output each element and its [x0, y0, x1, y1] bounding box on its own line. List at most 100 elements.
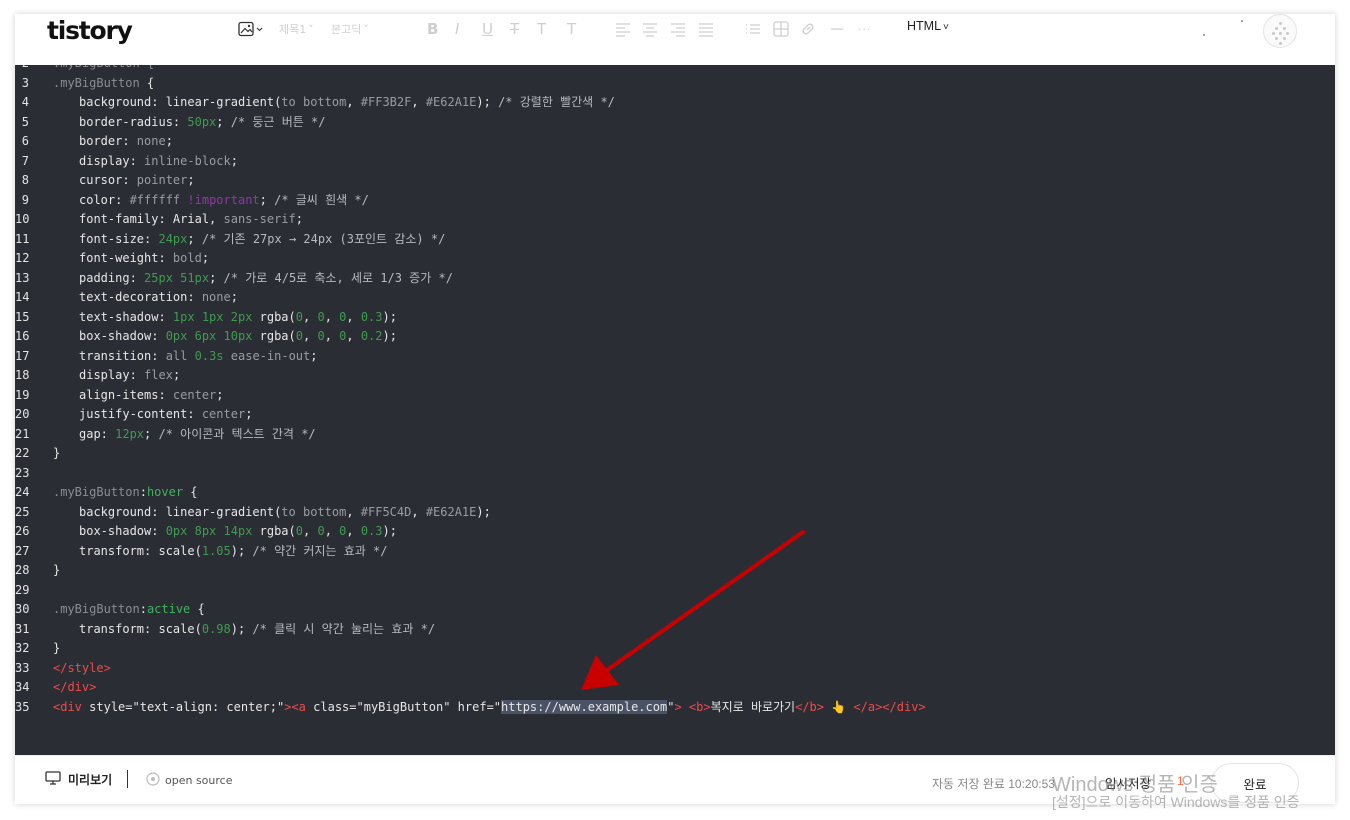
code-line: 10 font-family: Arial, sans-serif; [15, 210, 1335, 230]
line-number: 21 [15, 426, 30, 441]
code-line: 2.myBigButton { [15, 65, 1335, 74]
html-mode-label: HTML [907, 19, 942, 33]
code-line: 21 gap: 12px; /* 아이콘과 텍스트 간격 */ [15, 425, 1335, 445]
line-number: 31 [15, 621, 30, 636]
code-line: 3 .myBigButton { [15, 74, 1335, 94]
code-line: 23 [15, 464, 1335, 484]
underline-icon[interactable]: U [482, 18, 493, 40]
code-line: 32} [15, 639, 1335, 659]
code-line: 25 background: linear-gradient(to bottom,… [15, 503, 1335, 523]
line-number: 19 [15, 387, 30, 402]
code-lines: 2.myBigButton { 3.myBigButton { 4backgro… [15, 65, 1335, 717]
line-number: 7 [21, 153, 29, 168]
html-mode-chevron-icon: ˅ [943, 22, 949, 33]
line-number: 24 [15, 485, 30, 499]
more-icon[interactable]: ··· [858, 18, 872, 40]
code-line: 15 text-shadow: 1px 1px 2px rgba(0, 0, 0,… [15, 308, 1335, 328]
code-line: 28} [15, 561, 1335, 581]
editor-window: tistory 제목1 ˅ 본고딕 ˅ B I U T T T ··· HTML… [15, 14, 1335, 804]
code-line: 29 [15, 581, 1335, 601]
toolbar: tistory 제목1 ˅ 본고딕 ˅ B I U T T T ··· HTML… [15, 14, 1335, 65]
line-number: 23 [15, 465, 30, 480]
windows-watermark-subtitle: [설정]으로 이동하여 Windows를 정품 인증 [1052, 794, 1300, 810]
code-line: 27 transform: scale(1.05); /* 약간 커지는 효과 *… [15, 542, 1335, 562]
code-line: 33 </style> [15, 659, 1335, 679]
code-line: 5 border-radius: 50px; /* 둥근 버튼 */ [15, 113, 1335, 133]
line-number: 14 [15, 290, 30, 304]
list-icon[interactable] [745, 18, 761, 40]
heading-select[interactable]: 제목1 ˅ [279, 18, 314, 40]
code-line: 12 font-weight: bold; [15, 249, 1335, 269]
code-line: 16 box-shadow: 0px 6px 10px rgba(0, 0, 0,… [15, 327, 1335, 347]
line-number: 32 [15, 641, 30, 655]
code-line: 7 display: inline-block; [15, 152, 1335, 172]
code-line: 19 align-items: center; [15, 386, 1335, 406]
code-line: 35 <div style="text-align: center;"><a cl… [15, 698, 1335, 718]
line-number: 25 [15, 504, 30, 519]
strikethrough-icon[interactable]: T [510, 18, 519, 40]
more-menu-button[interactable] [1263, 14, 1297, 48]
line-number: 13 [15, 270, 30, 285]
line-number: 30 [15, 602, 30, 616]
line-number: 10 [15, 212, 30, 226]
code-line: 9 color: #ffffff !important; /* 글씨 흰색 */ [15, 191, 1335, 211]
open-source-link[interactable]: open source [146, 772, 232, 789]
tistory-logo[interactable]: tistory [47, 16, 133, 45]
code-line: 30 .myBigButton:active { [15, 600, 1335, 620]
font-select-label: 본고딕 [331, 23, 362, 36]
line-number: 28 [15, 563, 30, 577]
preview-button[interactable]: 미리보기 [45, 771, 112, 788]
code-line: 17 transition: all 0.3s ease-in-out; [15, 347, 1335, 367]
heading-select-label: 제목1 [279, 23, 307, 36]
line-number: 12 [15, 251, 30, 265]
line-number: 22 [15, 446, 30, 460]
line-number: 29 [15, 582, 30, 597]
align-icons[interactable] [615, 18, 715, 40]
line-number: 9 [21, 192, 29, 207]
code-line: 34 </div> [15, 678, 1335, 698]
line-number: 8 [21, 173, 29, 187]
open-source-label: open source [165, 774, 233, 787]
code-line: 11 font-size: 24px; /* 기존 27px → 24px (3포… [15, 230, 1335, 250]
code-line: 13 padding: 25px 51px; /* 가로 4/5로 축소, 세로 … [15, 269, 1335, 289]
html-mode-select[interactable]: HTML ˅ [907, 19, 949, 33]
line-number: 17 [15, 348, 30, 363]
line-number: 11 [15, 231, 30, 246]
line-number: 6 [21, 134, 29, 148]
image-icon[interactable] [238, 18, 264, 40]
background-color-icon[interactable]: T [567, 18, 576, 40]
code-line: 26 box-shadow: 0px 8px 14px rgba(0, 0, 0,… [15, 522, 1335, 542]
code-line: 20 justify-content: center; [15, 405, 1335, 425]
code-line: 4 background: linear-gradient(to bottom, … [15, 93, 1335, 113]
code-line: 31 transform: scale(0.98); /* 클릭 시 약간 눌리는… [15, 620, 1335, 640]
table-icon[interactable] [773, 18, 789, 40]
line-number: 27 [15, 543, 30, 558]
line-number: 35 [15, 699, 30, 714]
text-color-icon[interactable]: T [537, 18, 546, 40]
link-icon[interactable] [800, 18, 816, 40]
autosave-status: 자동 저장 완료 10:20:53 [932, 777, 1055, 791]
line-number: 15 [15, 309, 30, 324]
status-dot [1241, 20, 1243, 22]
divider [127, 770, 128, 788]
line-number: 26 [15, 524, 30, 538]
line-number: 33 [15, 660, 30, 675]
bold-icon[interactable]: B [427, 18, 438, 40]
monitor-icon [45, 771, 61, 788]
horizontal-rule-icon[interactable] [830, 18, 844, 40]
line-number: 2 [15, 65, 29, 74]
code-line: 6 border: none; [15, 132, 1335, 152]
code-line: 24 .myBigButton:hover { [15, 483, 1335, 503]
code-line: 14 text-decoration: none; [15, 288, 1335, 308]
code-line: 18 display: flex; [15, 366, 1335, 386]
open-source-icon [146, 772, 160, 789]
font-select[interactable]: 본고딕 ˅ [331, 18, 369, 40]
italic-icon[interactable]: I [455, 18, 459, 40]
preview-label: 미리보기 [68, 773, 113, 787]
line-number: 4 [21, 95, 29, 109]
line-number: 20 [15, 407, 30, 421]
line-number: 16 [15, 329, 30, 343]
html-code-editor[interactable]: 2.myBigButton { 3.myBigButton { 4backgro… [15, 65, 1335, 755]
code-line: 22} [15, 444, 1335, 464]
status-dot [1203, 34, 1205, 36]
